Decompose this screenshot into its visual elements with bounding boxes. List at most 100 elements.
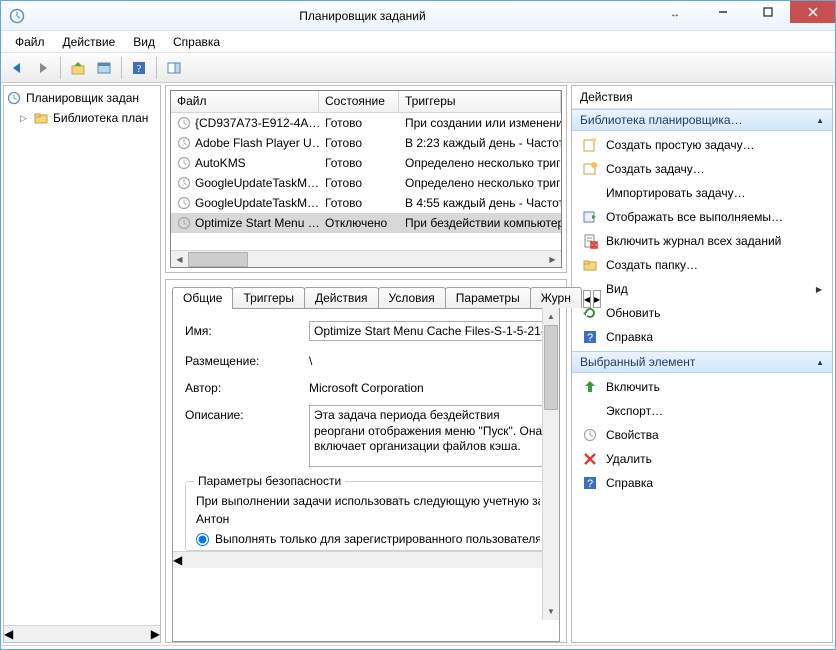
desc-field[interactable]: Эта задача периода бездействия реоргани …: [309, 405, 551, 467]
action-label: Удалить: [606, 452, 652, 466]
toolbar-sep: [60, 57, 61, 79]
statusbar: [1, 645, 835, 649]
action-create[interactable]: Создать задачу…: [572, 157, 832, 181]
move-icon: ↔: [670, 9, 680, 20]
details-vscroll[interactable]: ▲ ▼: [542, 308, 559, 620]
action-import[interactable]: Импортировать задачу…: [572, 181, 832, 205]
actions-pane: Действия Библиотека планировщика… ▲ Созд…: [571, 85, 833, 643]
actions-selected-title: Выбранный элемент: [580, 355, 695, 369]
action-export[interactable]: Экспорт…: [572, 399, 832, 423]
location-value: \: [309, 351, 551, 368]
tab-journal[interactable]: Журн: [530, 287, 582, 308]
toolbar-up-button[interactable]: [66, 56, 90, 80]
clock-icon: [177, 116, 191, 130]
close-button[interactable]: [790, 1, 835, 23]
menu-help[interactable]: Справка: [165, 33, 228, 51]
toolbar-help-button[interactable]: ?: [127, 56, 151, 80]
location-label: Размещение:: [185, 351, 301, 368]
actions-library-header[interactable]: Библиотека планировщика… ▲: [572, 109, 832, 131]
action-enable_log[interactable]: Включить журнал всех заданий: [572, 229, 832, 253]
toolbar-properties-button[interactable]: [92, 56, 116, 80]
task-trigger: В 4:55 каждый день - Частота: [405, 196, 561, 210]
folder-icon: [33, 110, 49, 126]
task-trigger: В 2:23 каждый день - Частота: [405, 136, 561, 150]
security-text: При выполнении задачи использовать следу…: [196, 494, 540, 508]
table-row[interactable]: Adobe Flash Player U…ГотовоВ 2:23 каждый…: [171, 133, 561, 153]
security-user: Антон: [196, 512, 540, 526]
author-label: Автор:: [185, 378, 301, 395]
action-help2[interactable]: ?Справка: [572, 471, 832, 495]
table-row[interactable]: AutoKMSГотовоОпределено несколько триг: [171, 153, 561, 173]
tab-actions[interactable]: Действия: [304, 287, 379, 308]
tab-triggers[interactable]: Триггеры: [232, 287, 305, 308]
action-label: Отображать все выполняемы…: [606, 210, 783, 224]
svg-text:?: ?: [587, 478, 593, 490]
radio-logged-on[interactable]: [196, 533, 209, 546]
tab-scroll-left[interactable]: ◀: [583, 290, 591, 308]
task-state: Отключено: [325, 216, 387, 230]
blank-icon: [582, 403, 598, 419]
task-details-panel: Общие Триггеры Действия Условия Параметр…: [165, 279, 567, 643]
table-row[interactable]: GoogleUpdateTaskM…ГотовоОпределено неско…: [171, 173, 561, 193]
action-label: Включить: [606, 380, 660, 394]
menubar: Файл Действие Вид Справка: [1, 31, 835, 53]
action-new_folder[interactable]: Создать папку…: [572, 253, 832, 277]
wizard-icon: [582, 137, 598, 153]
maximize-button[interactable]: [745, 1, 790, 23]
task-name: GoogleUpdateTaskM…: [195, 196, 319, 210]
table-row[interactable]: {CD937A73-E912-4A…ГотовоПри создании или…: [171, 113, 561, 133]
nav-back-button[interactable]: [5, 56, 29, 80]
table-row[interactable]: Optimize Start Menu …ОтключеноПри бездей…: [171, 213, 561, 233]
actions-selected-header[interactable]: Выбранный элемент ▲: [572, 351, 832, 373]
action-delete[interactable]: Удалить: [572, 447, 832, 471]
tab-conditions[interactable]: Условия: [378, 287, 446, 308]
col-file[interactable]: Файл: [171, 91, 319, 112]
action-show_running[interactable]: Отображать все выполняемы…: [572, 205, 832, 229]
task-list-body: {CD937A73-E912-4A…ГотовоПри создании или…: [171, 113, 561, 250]
task-list-panel: Файл Состояние Триггеры {CD937A73-E912-4…: [165, 85, 567, 273]
task-trigger: При создании или изменени: [405, 116, 561, 130]
tab-general[interactable]: Общие: [172, 287, 233, 309]
menu-view[interactable]: Вид: [125, 33, 163, 51]
task-list-header: Файл Состояние Триггеры: [171, 91, 561, 113]
clock-icon: [177, 196, 191, 210]
blank-icon: [582, 185, 598, 201]
task-trigger: Определено несколько триг: [405, 176, 561, 190]
security-group: Параметры безопасности При выполнении за…: [185, 481, 551, 551]
menu-file[interactable]: Файл: [7, 33, 53, 51]
tree-root[interactable]: Планировщик задан: [4, 88, 160, 108]
action-help[interactable]: ? Справка: [572, 325, 832, 349]
name-field[interactable]: Optimize Start Menu Cache Files-S-1-5-21…: [309, 321, 551, 341]
action-label: Создать простую задачу…: [606, 138, 755, 152]
task-trigger: При бездействии компьютер: [405, 216, 561, 230]
clock-icon: [6, 90, 22, 106]
clock-icon: [177, 136, 191, 150]
svg-text:?: ?: [587, 332, 593, 344]
expand-icon[interactable]: ▷: [20, 113, 29, 124]
col-state[interactable]: Состояние: [319, 91, 399, 112]
task-trigger: Определено несколько триг: [405, 156, 561, 170]
task-list-hscroll[interactable]: ◀ ▶: [171, 250, 561, 267]
tree-library[interactable]: ▷ Библиотека план: [4, 108, 160, 128]
action-refresh[interactable]: Обновить: [572, 301, 832, 325]
nav-forward-button[interactable]: [31, 56, 55, 80]
help-icon: ?: [582, 475, 598, 491]
action-enable[interactable]: Включить: [572, 375, 832, 399]
minimize-button[interactable]: [700, 1, 745, 23]
table-row[interactable]: GoogleUpdateTaskM…ГотовоВ 4:55 каждый де…: [171, 193, 561, 213]
action-label: Импортировать задачу…: [606, 186, 746, 200]
menu-action[interactable]: Действие: [55, 33, 124, 51]
action-label: Справка: [606, 330, 653, 344]
details-hscroll[interactable]: ◀ ▶: [173, 551, 559, 568]
security-radio-logged[interactable]: Выполнять только для зарегистрированного…: [196, 532, 540, 546]
toolbar-pane-button[interactable]: [162, 56, 186, 80]
tab-params[interactable]: Параметры: [445, 287, 531, 308]
tab-scroll-right[interactable]: ▶: [593, 290, 601, 308]
tree-hscroll[interactable]: ◀ ▶: [4, 625, 160, 642]
action-view[interactable]: Вид▶: [572, 277, 832, 301]
action-create_basic[interactable]: Создать простую задачу…: [572, 133, 832, 157]
action-props[interactable]: Свойства: [572, 423, 832, 447]
props-icon: [582, 427, 598, 443]
titlebar: Планировщик заданий ↔: [1, 1, 835, 31]
col-trig[interactable]: Триггеры: [399, 91, 561, 112]
